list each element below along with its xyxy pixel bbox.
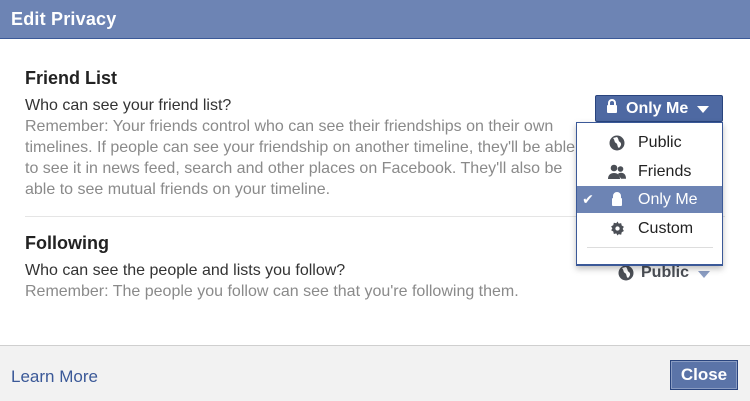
menu-item-label: Friends: [638, 162, 692, 180]
lock-icon: [607, 192, 627, 208]
dialog-footer: Learn More Close: [0, 345, 750, 401]
privacy-dropdown-menu: Public Friends ✔ Only Me Custom: [576, 122, 723, 266]
chevron-down-icon: [698, 270, 711, 278]
following-heading: Following: [25, 233, 109, 253]
following-note: Remember: The people you follow can see …: [25, 283, 519, 300]
globe-icon: [618, 265, 634, 281]
friend-list-note: Remember: Your friends control who can s…: [25, 118, 576, 198]
following-question: Who can see the people and lists you fol…: [25, 262, 346, 279]
friend-list-section: Friend List Who can see your friend list…: [25, 68, 585, 200]
dialog-title: Edit Privacy: [0, 0, 750, 39]
chevron-down-icon: [697, 106, 710, 113]
menu-item-public[interactable]: Public: [577, 129, 722, 156]
menu-item-label: Custom: [638, 219, 694, 237]
learn-more-link[interactable]: Learn More: [11, 367, 98, 387]
friend-list-question: Who can see your friend list?: [25, 97, 232, 114]
friend-list-privacy-label: Only Me: [626, 99, 689, 117]
menu-item-label: Public: [638, 133, 682, 151]
menu-separator: [587, 247, 713, 248]
globe-icon: [607, 135, 627, 151]
friend-list-heading: Friend List: [25, 68, 118, 88]
edit-privacy-dialog: Edit Privacy Friend List Who can see you…: [0, 0, 750, 401]
close-button[interactable]: Close: [670, 360, 738, 390]
menu-item-only-me[interactable]: ✔ Only Me: [577, 186, 722, 213]
following-privacy-label: Public: [641, 264, 690, 281]
following-section: Following Who can see the people and lis…: [25, 233, 585, 302]
gear-icon: [607, 221, 627, 237]
friends-icon: [607, 164, 627, 180]
friend-list-privacy-button[interactable]: Only Me: [595, 95, 723, 122]
menu-item-friends[interactable]: Friends: [577, 158, 722, 185]
checkmark-icon: ✔: [582, 191, 594, 207]
menu-item-label: Only Me: [638, 190, 698, 208]
lock-icon: [606, 98, 618, 119]
menu-item-custom[interactable]: Custom: [577, 215, 722, 242]
